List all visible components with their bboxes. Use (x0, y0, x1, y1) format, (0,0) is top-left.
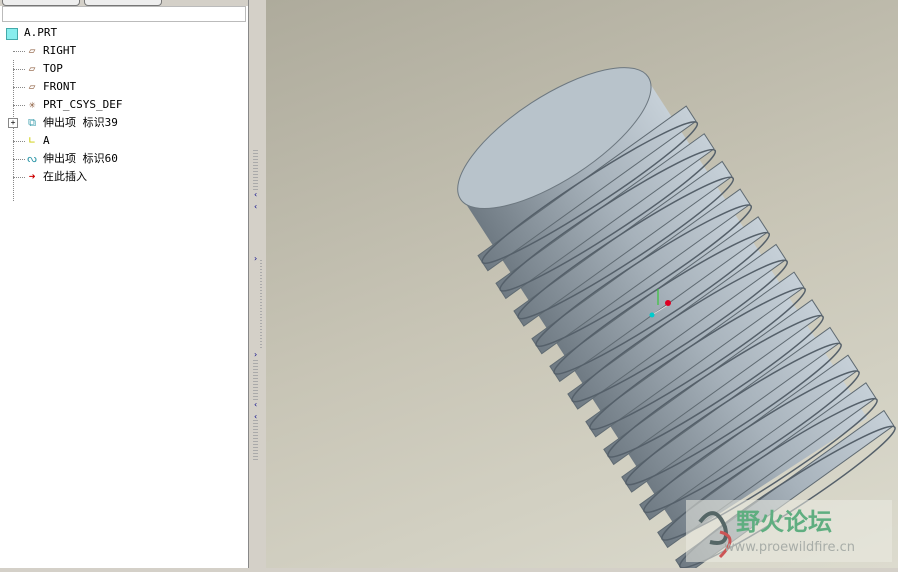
part-icon (6, 28, 18, 40)
model-tree: A.PRT ▱ RIGHT ▱ TOP ▱ FRONT ✳ PRT_CSYS_DEF +… (0, 24, 248, 201)
tree-item-csys[interactable]: ✳ PRT_CSYS_DEF (0, 96, 248, 114)
tree-item-label: RIGHT (43, 44, 77, 57)
model-tree-panel: A.PRT ▱ RIGHT ▱ TOP ▱ FRONT ✳ PRT_CSYS_DEF +… (0, 0, 249, 568)
tree-item-extrude[interactable]: + ⧉ 伸出项 标识39 (0, 114, 248, 132)
datum-plane-icon: ▱ (28, 80, 36, 93)
helical-sweep-icon: ᔓ (27, 152, 37, 165)
screw-model (457, 67, 896, 572)
insert-here-icon: ➜ (28, 170, 36, 183)
expand-icon[interactable]: + (8, 118, 18, 128)
tree-item-helical[interactable]: ᔓ 伸出项 标识60 (0, 150, 248, 168)
tree-filter-input[interactable] (2, 6, 246, 22)
tree-item-label: FRONT (43, 80, 77, 93)
tree-root[interactable]: A.PRT (0, 24, 248, 42)
3d-viewport[interactable]: 野火论坛 www.proewildfire.cn (266, 0, 898, 572)
tree-item-label: 伸出项 标识39 (43, 116, 118, 129)
datum-plane-icon: ▱ (28, 62, 36, 75)
tree-item-label: A (43, 134, 50, 147)
tree-item-right[interactable]: ▱ RIGHT (0, 42, 248, 60)
tree-item-label: 在此插入 (43, 170, 87, 183)
tree-item-axis[interactable]: ∟ A (0, 132, 248, 150)
tree-item-front[interactable]: ▱ FRONT (0, 78, 248, 96)
tree-root-label: A.PRT (24, 26, 58, 39)
panel-splitter[interactable]: ‹ ‹ › › ‹ ‹ (249, 0, 265, 568)
datum-axis-icon: ∟ (28, 134, 36, 147)
watermark: 野火论坛 www.proewildfire.cn (686, 500, 892, 562)
tree-item-label: PRT_CSYS_DEF (43, 98, 123, 111)
tree-item-label: TOP (43, 62, 63, 75)
watermark-url: www.proewildfire.cn (724, 540, 855, 555)
tree-item-top[interactable]: ▱ TOP (0, 60, 248, 78)
watermark-title: 野火论坛 (736, 508, 832, 536)
tree-item-insert[interactable]: ➜ 在此插入 (0, 168, 248, 186)
extrude-icon: ⧉ (28, 116, 36, 129)
tree-item-label: 伸出项 标识60 (43, 152, 118, 165)
csys-icon: ✳ (28, 98, 36, 111)
datum-plane-icon: ▱ (28, 44, 36, 57)
